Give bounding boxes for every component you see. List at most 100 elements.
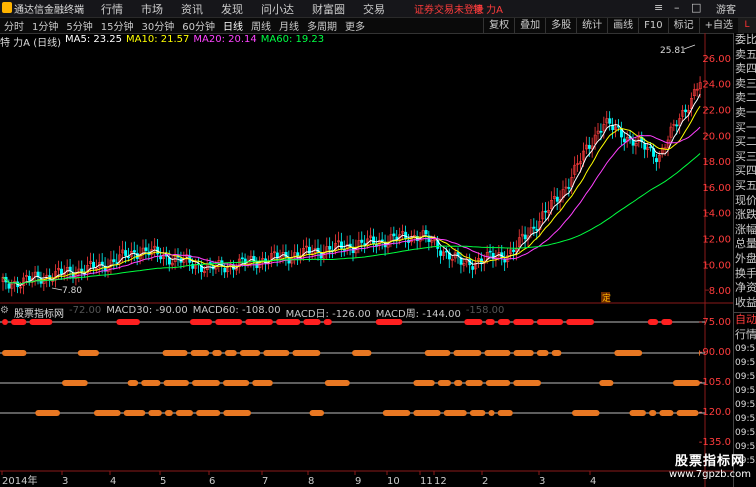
macd-dot-segment [309, 410, 325, 416]
macd-dot-segment [566, 319, 595, 325]
period-tab-1min[interactable]: 1分钟 [28, 18, 62, 33]
panel-field-label: 卖三 [735, 76, 756, 90]
macd-dot-segment [453, 380, 463, 386]
macd-dot-segment [536, 350, 549, 356]
tool-f10-button[interactable]: F10 [638, 18, 667, 33]
macd-dot-segment [223, 410, 251, 416]
watermark-url: www.7gpzb.com [669, 469, 751, 480]
menu-discover[interactable]: 发现 [221, 1, 243, 17]
price-axis-label: 18.00 [702, 157, 731, 168]
panel-field-label: 涨跌 [735, 208, 756, 222]
tick-time: 09:52 [735, 414, 756, 425]
candle-body [512, 249, 516, 252]
candle-body [439, 250, 443, 256]
tool-multi-stock-button[interactable]: 多股 [545, 18, 576, 33]
tool-draw-button[interactable]: 画线 [607, 18, 638, 33]
price-axis-label: 8.00 [709, 286, 731, 297]
price-axis-label: 14.00 [702, 209, 731, 220]
tool-overlay-button[interactable]: 叠加 [514, 18, 545, 33]
chart-tools: 复权 叠加 多股 统计 画线 F10 标记 +自选 [483, 18, 738, 33]
macd-dot-segment [2, 319, 8, 325]
macd-dot-segment [413, 410, 441, 416]
macd-dot-segment [62, 380, 88, 386]
menu-quotes[interactable]: 行情 [101, 1, 123, 17]
candle-body [112, 259, 116, 262]
candle-body [684, 109, 688, 113]
macd-dot-segment [196, 410, 221, 416]
macd-dot-rows [0, 319, 705, 416]
panel-tab-auto[interactable]: 自动 [734, 313, 756, 328]
macd-dot-segment [513, 319, 534, 325]
tool-mark-button[interactable]: 标记 [667, 18, 699, 33]
indicator-settings-icon[interactable]: ⚙ [0, 305, 9, 317]
macd-dot-segment [513, 380, 542, 386]
macd-dot-segment [464, 319, 483, 325]
macd-axis-label: -75.00 [699, 317, 731, 328]
macd-day-value: MACD日: -126.00 [285, 309, 371, 320]
date-axis-label: 8 [308, 476, 314, 487]
macd-dot-segment [189, 319, 213, 325]
macd-dot-segment [77, 350, 100, 356]
kline-chart[interactable]: 26.00 24.00 22.00 20.00 18.00 16.00 14.00 12.00… [0, 33, 733, 487]
period-tab-60min[interactable]: 60分钟 [178, 18, 219, 33]
period-tab-multi[interactable]: 多周期 [303, 18, 341, 33]
period-tab-weekly[interactable]: 周线 [247, 18, 275, 33]
candle-body [124, 250, 128, 256]
tick-time: 09:51 [735, 358, 756, 369]
ma10-line [2, 105, 701, 285]
candle-body [544, 210, 548, 213]
tool-statistics-button[interactable]: 统计 [576, 18, 607, 33]
macd-dot-segment [212, 350, 222, 356]
macd-dot-segment [571, 410, 600, 416]
tick-time: 09:51 [735, 372, 756, 383]
maximize-icon[interactable]: □ [691, 1, 701, 14]
price-axis-label: 24.00 [702, 80, 731, 91]
panel-field-label: 换手 [735, 266, 756, 280]
period-tab-more[interactable]: 更多 [341, 18, 369, 33]
price-axis-label: 26.00 [702, 54, 731, 65]
menu-icon[interactable]: ≡ [654, 1, 663, 14]
menu-wealth[interactable]: 财富圈 [312, 1, 345, 17]
level-badge-icon[interactable]: L [738, 18, 756, 33]
candle-body [532, 226, 536, 229]
macd-dot-segment [485, 319, 495, 325]
date-axis-label: 3 [539, 476, 545, 487]
menu-ask[interactable]: 问小达 [261, 1, 294, 17]
macd-dot-segment [164, 410, 173, 416]
candle-body [535, 228, 539, 231]
panel-field-label: 总量 [735, 237, 756, 251]
quote-side-panel: 委比 卖五 卖四 卖三 卖二 卖一 买一 买二 买三 买四 买五 现价 涨跌 涨幅 总量 外盘 换手 净资 收益 自… [733, 33, 756, 487]
guest-label[interactable]: 游客 [716, 1, 736, 16]
indicator-name[interactable]: 股票指标网 [14, 305, 64, 320]
macd-dot-segment [35, 410, 61, 416]
macd-dot-segment [672, 380, 700, 386]
high-price-annotation: 25.81 [660, 46, 686, 56]
tool-adjust-button[interactable]: 复权 [483, 18, 514, 33]
period-tab-5min[interactable]: 5分钟 [62, 18, 96, 33]
candlesticks [1, 76, 702, 297]
period-tab-monthly[interactable]: 月线 [275, 18, 303, 33]
period-tab-15min[interactable]: 15分钟 [97, 18, 138, 33]
macd-dot-segment [424, 350, 451, 356]
menu-news[interactable]: 资讯 [181, 1, 203, 17]
panel-tab-quotes[interactable]: 行情 [734, 328, 756, 343]
candle-body [555, 196, 559, 202]
ma10-value: MA10: 21.57 [126, 34, 190, 45]
watermark-title: 股票指标网 [674, 454, 745, 469]
tool-add-watchlist-button[interactable]: +自选 [698, 18, 738, 33]
candle-body [319, 253, 323, 259]
period-tab-30min[interactable]: 30分钟 [137, 18, 178, 33]
panel-field-label: 买三 [735, 149, 756, 163]
menu-bar: 通达信金融终端 行情 市场 资讯 发现 问小达 财富圈 交易 证券交易未登录 特… [0, 0, 756, 18]
macd-dot-segment [175, 410, 194, 416]
macd-dot-segment [141, 380, 161, 386]
menu-trade[interactable]: 交易 [363, 1, 385, 17]
date-axis-label: 10 [387, 476, 400, 487]
macd-dot-segment [551, 350, 562, 356]
macd-dot-segment [292, 350, 321, 356]
period-tab-intraday[interactable]: 分时 [0, 18, 28, 33]
period-tab-daily[interactable]: 日线 [219, 18, 247, 33]
minimize-icon[interactable]: – [674, 1, 680, 14]
date-axis-label: 9 [355, 476, 361, 487]
menu-market[interactable]: 市场 [141, 1, 163, 17]
